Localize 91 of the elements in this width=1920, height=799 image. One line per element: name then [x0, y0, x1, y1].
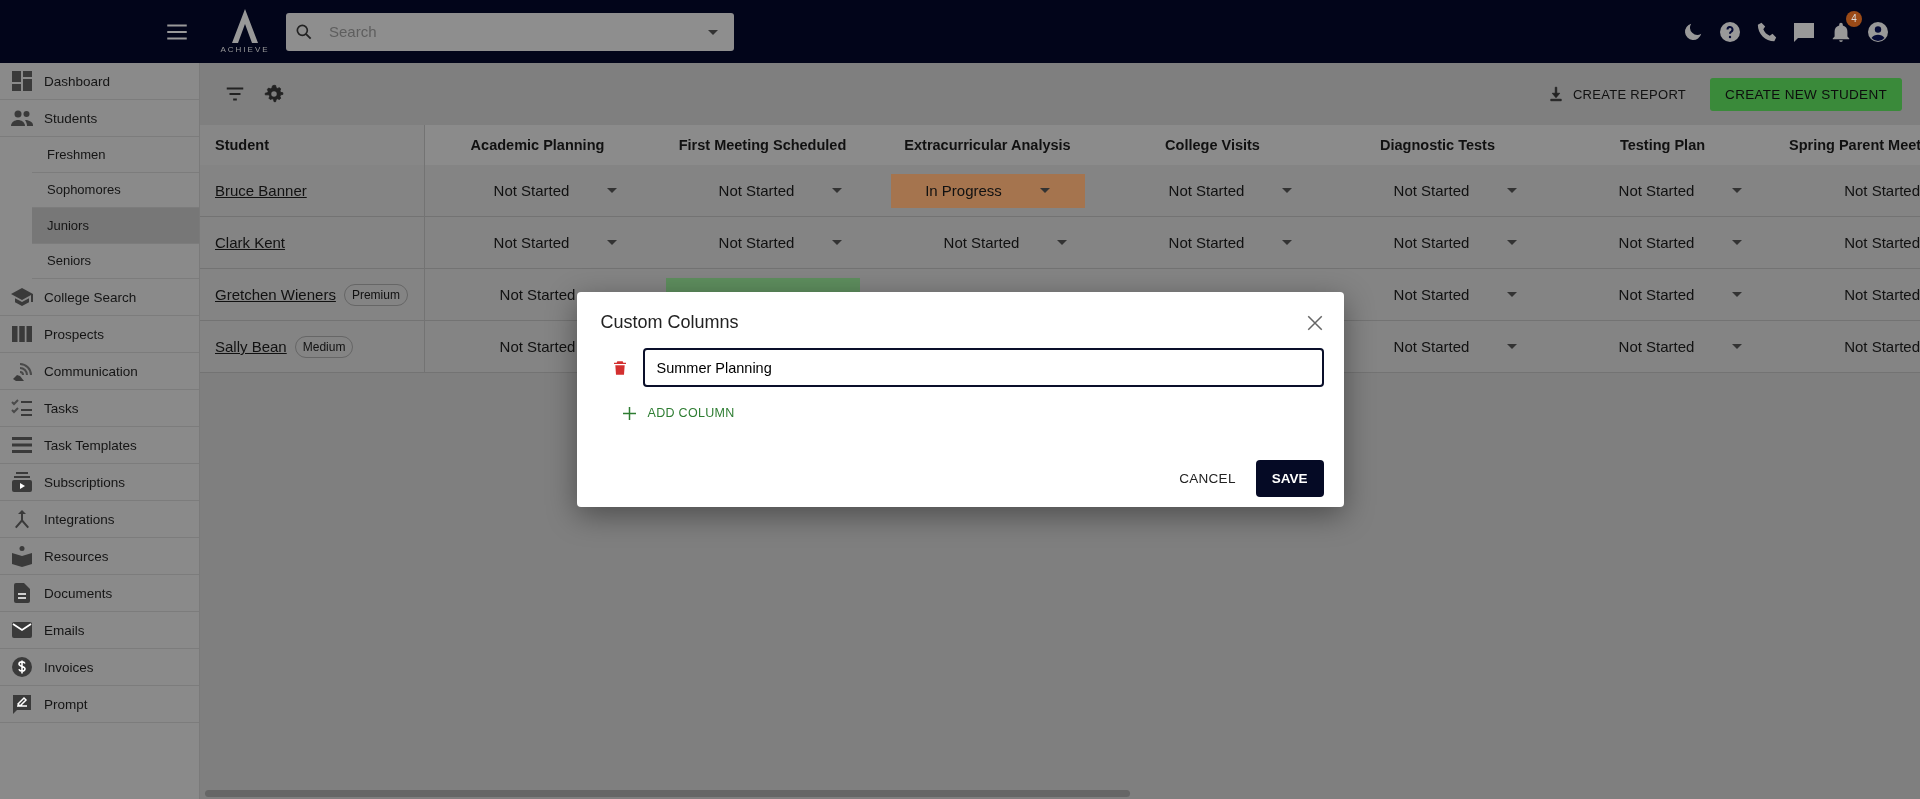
column-header: Testing Plan	[1550, 125, 1775, 165]
settings-icon[interactable]	[264, 84, 284, 104]
caret-icon	[1732, 188, 1743, 193]
column-header: College Visits	[1100, 125, 1325, 165]
column-name-field[interactable]: Summer Planning	[642, 348, 1324, 387]
sidebar-item[interactable]: Communication	[0, 353, 199, 390]
status-text: Not Started	[1844, 285, 1920, 305]
sidebar-item[interactable]: Prompt	[0, 686, 199, 723]
column-header: Academic Planning	[425, 125, 650, 165]
logo-icon	[230, 9, 260, 43]
column-header: Extracurricular Analysis	[875, 125, 1100, 165]
sidebar-item[interactable]: Integrations	[0, 501, 199, 538]
status-dropdown[interactable]: Not Started	[1108, 173, 1317, 208]
status-dropdown[interactable]: Not Started	[1333, 277, 1542, 312]
caret-icon	[1282, 188, 1293, 193]
caret-icon	[1282, 240, 1293, 245]
book-reader-icon	[10, 544, 34, 568]
dialog-title: Custom Columns	[600, 312, 739, 333]
create-student-button[interactable]: CREATE NEW STUDENT	[1710, 77, 1902, 111]
student-link[interactable]: Sally Bean	[215, 338, 287, 355]
save-button[interactable]: SAVE	[1255, 460, 1324, 497]
column-header: Diagnostic Tests	[1325, 125, 1550, 165]
status-text: Not Started	[1844, 181, 1920, 201]
account-icon[interactable]	[1866, 19, 1890, 44]
column-header: First Meeting Scheduled	[650, 125, 875, 165]
caret-icon	[1507, 188, 1518, 193]
dollar-icon	[10, 655, 34, 679]
plus-icon	[622, 406, 636, 420]
status-dropdown[interactable]: Not Started	[1333, 173, 1542, 208]
caret-icon	[832, 240, 843, 245]
caret-icon	[1057, 240, 1068, 245]
sidebar-subitem[interactable]: Seniors	[32, 243, 199, 279]
sidebar-item[interactable]: College Search	[0, 279, 199, 316]
caret-icon	[1039, 188, 1050, 193]
sidebar-item[interactable]: Subscriptions	[0, 464, 199, 501]
caret-icon	[1507, 292, 1518, 297]
status-dropdown[interactable]: Not Started	[1558, 329, 1767, 364]
status-text: Not Started	[498, 285, 577, 305]
sidebar-item[interactable]: Resources	[0, 538, 199, 575]
caret-icon	[832, 188, 843, 193]
sidebar-item[interactable]: Task Templates	[0, 427, 199, 464]
status-dropdown[interactable]: Not Started	[1558, 277, 1767, 312]
caret-icon	[1732, 240, 1743, 245]
create-report-button[interactable]: CREATE REPORT	[1540, 84, 1693, 104]
sidebar-item[interactable]: Dashboard	[0, 63, 199, 100]
notification-badge: 4	[1846, 10, 1862, 27]
pen-chat-icon	[10, 692, 34, 716]
caret-icon	[607, 188, 618, 193]
sidebar-subitem[interactable]: Juniors	[32, 208, 199, 244]
status-dropdown[interactable]: Not Started	[1558, 225, 1767, 260]
status-dropdown[interactable]: Not Started	[1333, 225, 1542, 260]
status-dropdown[interactable]: Not Started	[433, 173, 642, 208]
status-dropdown[interactable]: Not Started	[1333, 329, 1542, 364]
help-icon[interactable]	[1718, 19, 1742, 44]
status-dropdown[interactable]: Not Started	[433, 225, 642, 260]
status-dropdown[interactable]: Not Started	[883, 225, 1092, 260]
sidebar-item[interactable]: Documents	[0, 575, 199, 612]
play-stack-icon	[10, 470, 34, 494]
status-dropdown[interactable]: Not Started	[1558, 173, 1767, 208]
caret-icon	[1732, 344, 1743, 349]
close-icon[interactable]	[1305, 313, 1324, 332]
sidebar-subitem[interactable]: Freshmen	[32, 137, 199, 173]
cancel-button[interactable]: CANCEL	[1171, 463, 1244, 494]
sidebar-item[interactable]: Prospects	[0, 316, 199, 353]
sidebar-item[interactable]: Emails	[0, 612, 199, 649]
student-link[interactable]: Gretchen Wieners	[215, 286, 336, 303]
status-text: Not Started	[498, 337, 577, 357]
caret-icon	[1507, 240, 1518, 245]
scrollbar[interactable]	[205, 789, 1130, 797]
sidebar-item[interactable]: Invoices	[0, 649, 199, 686]
status-dropdown[interactable]: In Progress	[890, 173, 1085, 208]
grid-icon	[10, 69, 34, 93]
sidebar-item[interactable]: Tasks	[0, 390, 199, 427]
status-dropdown[interactable]: Not Started	[658, 225, 867, 260]
status-text: Not Started	[1844, 233, 1920, 253]
student-link[interactable]: Bruce Banner	[215, 182, 307, 199]
bell-icon[interactable]	[1830, 20, 1852, 43]
phone-icon[interactable]	[1756, 20, 1778, 43]
caret-icon	[607, 240, 618, 245]
caret-icon	[1732, 292, 1743, 297]
status-dropdown[interactable]: Not Started	[658, 173, 867, 208]
caret-icon	[1507, 344, 1518, 349]
caret-icon	[708, 29, 718, 35]
status-text: Not Started	[1844, 337, 1920, 357]
graduation-cap-icon	[10, 285, 34, 309]
trash-icon[interactable]	[611, 358, 628, 377]
status-dropdown[interactable]: Not Started	[1108, 225, 1317, 260]
add-column-button[interactable]: ADD COLUMN	[616, 405, 741, 421]
sidebar-item[interactable]: Students	[0, 100, 199, 137]
logo-text: ACHIEVE	[220, 45, 270, 54]
student-link[interactable]: Clark Kent	[215, 234, 286, 251]
